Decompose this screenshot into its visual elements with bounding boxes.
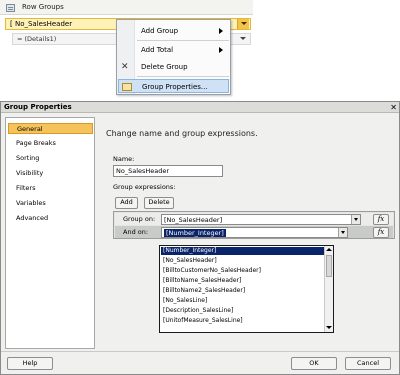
group-on-value: [No_SalesHeader] [164, 216, 223, 224]
close-icon[interactable]: ✕ [390, 103, 397, 112]
group-on-fx-button[interactable]: fx [373, 214, 389, 225]
dropdown-option[interactable]: [Number_Integer] [161, 247, 324, 255]
properties-icon [122, 83, 132, 91]
group-expressions-label: Group expressions: [113, 183, 176, 191]
group-row-label: [ No_SalesHeader [10, 20, 73, 28]
chevron-down-icon[interactable] [351, 215, 360, 224]
dropdown-option[interactable]: [BilltoCustomerNo_SalesHeader] [161, 267, 324, 275]
cancel-button[interactable]: Cancel [345, 357, 391, 370]
group-expressions-area: Group on: [No_SalesHeader] fx And on: [N… [113, 211, 395, 239]
and-on-label: And on: [123, 228, 149, 236]
row-groups-title: Row Groups [22, 3, 64, 11]
nav-item-label: General [17, 125, 43, 133]
nav-item-page-breaks[interactable]: Page Breaks [8, 138, 93, 149]
chevron-down-icon[interactable] [237, 19, 249, 29]
menu-item-label: Add Total [141, 46, 174, 54]
row-groups-icon [6, 4, 15, 12]
delete-button[interactable]: Delete [144, 197, 174, 209]
dropdown-scrollbar[interactable] [324, 246, 333, 332]
dialog-titlebar: Group Properties ✕ [1, 102, 399, 113]
nav-item-label: Page Breaks [16, 139, 56, 147]
nav-item-variables[interactable]: Variables [8, 198, 93, 209]
context-menu: Add Group Add Total ✕ Delete Group Group… [116, 19, 231, 95]
submenu-arrow-icon [219, 47, 223, 53]
nav-item-label: Visibility [16, 169, 44, 177]
menu-item-label: Delete Group [141, 63, 188, 71]
menu-item-group-properties[interactable]: Group Properties... [118, 79, 229, 93]
chevron-down-icon[interactable] [237, 34, 249, 44]
nav-item-visibility[interactable]: Visibility [8, 168, 93, 179]
dropdown-option[interactable]: [UnitofMeasure_SalesLine] [161, 317, 324, 325]
row-groups-header: Row Groups [0, 0, 253, 15]
group-on-row: Group on: [No_SalesHeader] fx [115, 213, 393, 225]
submenu-arrow-icon [219, 28, 223, 34]
group-properties-dialog: Group Properties ✕ General Page Breaks S… [0, 101, 400, 375]
menu-separator [137, 40, 229, 41]
scroll-down-icon[interactable] [325, 324, 333, 332]
dialog-title: Group Properties [4, 103, 72, 111]
and-on-combo[interactable]: [Number_Integer] [161, 227, 348, 238]
nav-item-label: Filters [16, 184, 36, 192]
menu-item-label: Group Properties... [142, 83, 208, 91]
dialog-footer: Help OK Cancel [1, 351, 399, 374]
and-on-row: And on: [Number_Integer] fx [115, 226, 393, 238]
nav-item-general[interactable]: General [8, 123, 93, 134]
nav-item-label: Sorting [16, 154, 40, 162]
scroll-thumb[interactable] [326, 255, 332, 277]
group-on-label: Group on: [123, 215, 156, 223]
dropdown-option[interactable]: [BilltoName_SalesHeader] [161, 277, 324, 285]
chevron-down-icon[interactable] [338, 228, 347, 237]
details-label: = (Details1) [17, 35, 57, 43]
nav-item-filters[interactable]: Filters [8, 183, 93, 194]
menu-item-label: Add Group [141, 27, 179, 35]
dropdown-option[interactable]: [BilltoName2_SalesHeader] [161, 287, 324, 295]
scroll-up-icon[interactable] [325, 246, 333, 254]
nav-item-label: Advanced [16, 214, 49, 222]
and-on-dropdown-list: [Number_Integer] [No_SalesHeader] [Billt… [159, 245, 334, 333]
dropdown-option[interactable]: [Description_SalesLine] [161, 307, 324, 315]
menu-item-add-total[interactable]: Add Total [118, 43, 229, 57]
name-input[interactable]: No_SalesHeader [113, 165, 223, 177]
add-button[interactable]: Add [115, 197, 138, 209]
ok-button[interactable]: OK [291, 357, 337, 370]
menu-separator [137, 76, 229, 77]
delete-x-icon: ✕ [121, 62, 129, 72]
and-on-value: [Number_Integer] [164, 229, 226, 237]
menu-item-add-group[interactable]: Add Group [118, 24, 229, 38]
name-label: Name: [113, 155, 135, 163]
dialog-nav: General Page Breaks Sorting Visibility F… [5, 117, 95, 349]
nav-item-label: Variables [16, 199, 46, 207]
help-button[interactable]: Help [7, 357, 53, 370]
nav-item-sorting[interactable]: Sorting [8, 153, 93, 164]
dropdown-option[interactable]: [No_SalesHeader] [161, 257, 324, 265]
nav-item-advanced[interactable]: Advanced [8, 213, 93, 224]
and-on-fx-button[interactable]: fx [373, 227, 389, 238]
name-input-value: No_SalesHeader [116, 167, 170, 175]
dropdown-option[interactable]: [No_SalesLine] [161, 297, 324, 305]
menu-item-delete-group[interactable]: ✕ Delete Group [118, 60, 229, 74]
group-on-combo[interactable]: [No_SalesHeader] [161, 214, 361, 225]
dialog-heading: Change name and group expressions. [106, 129, 258, 138]
